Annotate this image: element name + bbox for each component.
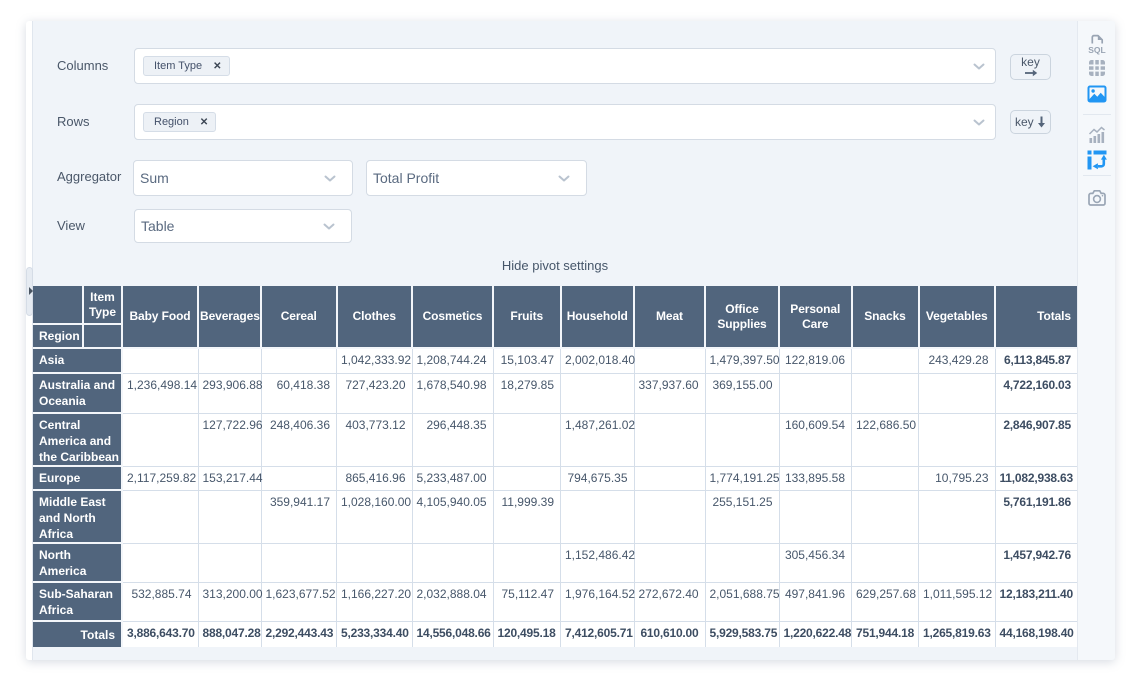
svg-text:SQL: SQL bbox=[1088, 45, 1105, 55]
